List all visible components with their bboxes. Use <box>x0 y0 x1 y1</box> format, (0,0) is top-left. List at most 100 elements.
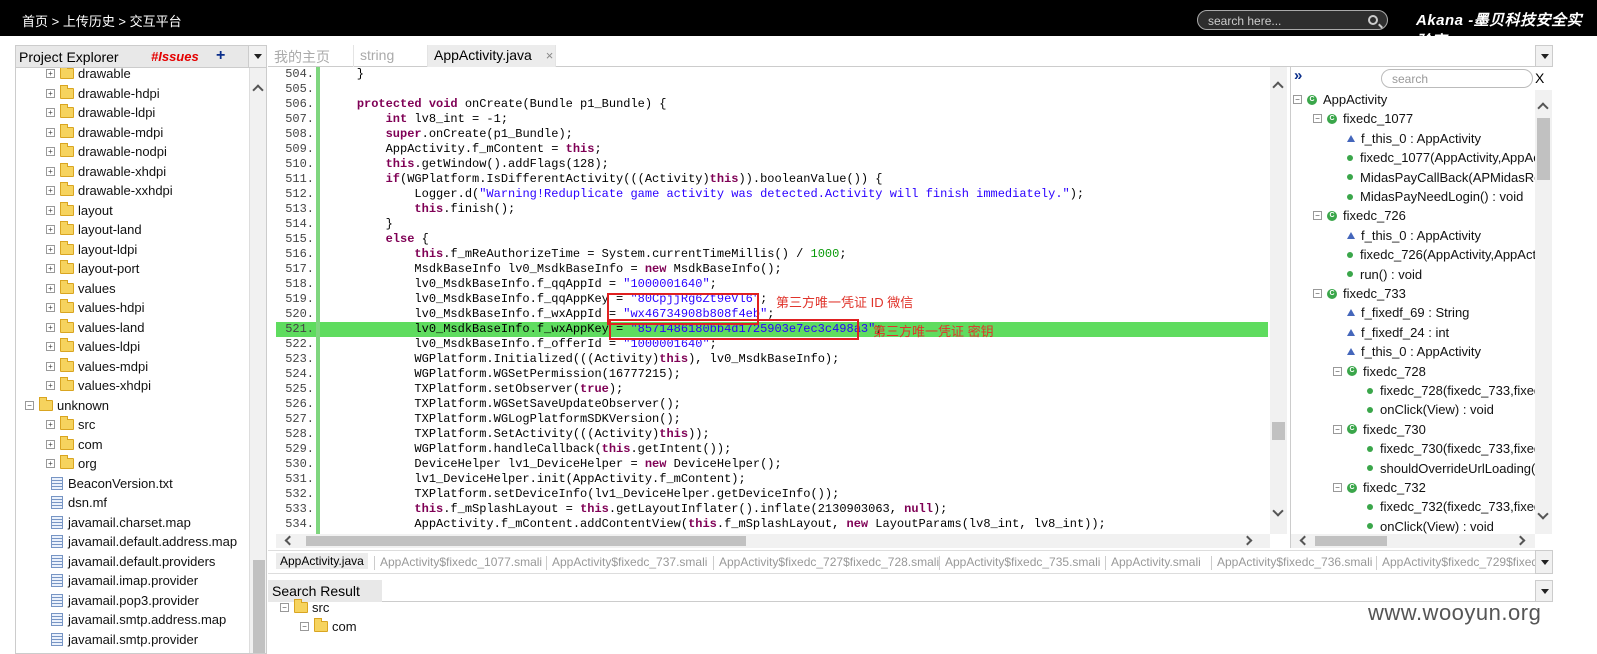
scroll-right-icon[interactable] <box>1515 535 1526 546</box>
expand-toggle-icon[interactable]: − <box>1333 366 1342 376</box>
outline-vertical-scrollbar[interactable] <box>1535 90 1552 534</box>
file-tab[interactable]: AppActivity$fixedc_735.smali <box>945 555 1100 569</box>
file-tab[interactable]: AppActivity.java <box>276 553 368 569</box>
outline-item[interactable]: − Cfixedc_728 <box>1333 362 1426 381</box>
expand-toggle-icon[interactable]: − <box>280 603 289 612</box>
outline-item[interactable]: f_this_0 : AppActivity <box>1333 342 1481 361</box>
breadcrumb[interactable]: 首页 > 上传历史 > 交互平台 <box>22 11 182 30</box>
search-result-menu-button[interactable] <box>1535 580 1553 602</box>
editor-tab[interactable]: AppActivity.java × <box>428 45 556 67</box>
tree-item[interactable]: + values-xhdpi <box>46 376 151 395</box>
tree-item[interactable]: + drawable-hdpi <box>46 84 160 103</box>
tree-item[interactable]: + values-land <box>46 318 145 337</box>
tree-item[interactable]: + drawable-xhdpi <box>46 162 166 181</box>
explorer-scrollbar[interactable] <box>249 68 266 653</box>
tree-item[interactable]: + values <box>46 279 116 298</box>
scroll-thumb[interactable] <box>1537 118 1550 180</box>
expand-toggle-icon[interactable]: + <box>46 88 55 98</box>
expand-toggle-icon[interactable]: + <box>46 205 55 215</box>
expand-toggle-icon[interactable]: + <box>46 225 55 234</box>
tree-item[interactable]: + layout <box>46 201 113 220</box>
outline-item[interactable]: fixedc_732(fixedc_733,fixedc_733) <box>1353 497 1535 516</box>
expand-toggle-icon[interactable]: + <box>46 322 55 332</box>
scroll-up-icon[interactable] <box>1537 102 1549 114</box>
outline-item[interactable]: fixedc_728(fixedc_733,fixedc_733) <box>1353 381 1535 400</box>
scroll-up-icon[interactable] <box>1272 81 1284 93</box>
tree-item[interactable]: + drawable <box>46 68 131 83</box>
tree-item[interactable]: + values-ldpi <box>46 337 140 356</box>
clear-search-icon[interactable]: X <box>1535 70 1544 86</box>
file-tab[interactable]: AppActivity$fixedc_1077.smali <box>380 555 542 569</box>
expand-toggle-icon[interactable]: + <box>46 264 55 273</box>
outline-item[interactable]: fixedc_1077(AppActivity,AppActivity) <box>1333 148 1535 167</box>
outline-item[interactable]: − Cfixedc_726 <box>1313 206 1406 225</box>
scroll-down-icon[interactable] <box>1272 505 1284 517</box>
tree-item[interactable]: + layout-land <box>46 220 142 239</box>
tree-item[interactable]: + drawable-ldpi <box>46 103 155 122</box>
outline-item[interactable]: onClick(View) : void <box>1353 517 1494 534</box>
scroll-thumb[interactable] <box>1315 536 1387 546</box>
outline-item[interactable]: run() : void <box>1333 265 1422 284</box>
outline-item[interactable]: fixedc_730(fixedc_733,fixedc_733) <box>1353 439 1535 458</box>
expand-toggle-icon[interactable]: − <box>1293 95 1302 104</box>
search-icon[interactable] <box>1368 15 1378 25</box>
expand-toggle-icon[interactable]: + <box>46 439 55 449</box>
close-icon[interactable]: × <box>546 48 554 63</box>
tab-project-explorer[interactable]: Project Explorer <box>19 49 119 65</box>
tree-item[interactable]: + layout-port <box>46 259 139 278</box>
outline-item[interactable]: MidasPayCallBack(APMidasResponse) <box>1333 168 1535 187</box>
expand-toggle-icon[interactable]: − <box>1313 114 1322 124</box>
collapse-panel-icon[interactable]: » <box>1294 67 1302 84</box>
tree-item[interactable]: javamail.smtp.provider <box>46 630 198 649</box>
expand-toggle-icon[interactable]: + <box>46 420 55 429</box>
expand-toggle-icon[interactable]: + <box>46 361 55 371</box>
search-result-item[interactable]: − com <box>300 617 357 636</box>
scroll-down-icon[interactable] <box>1537 508 1549 520</box>
outline-item[interactable]: − Cfixedc_1077 <box>1313 109 1413 128</box>
tree-item[interactable]: javamail.default.providers <box>46 552 215 571</box>
expand-toggle-icon[interactable]: + <box>46 127 55 137</box>
file-tab[interactable]: AppActivity$fixedc_727$fixedc_728.smali <box>719 555 939 569</box>
tree-item[interactable]: + org <box>46 454 97 473</box>
expand-toggle-icon[interactable]: + <box>46 283 55 293</box>
scroll-thumb[interactable] <box>1272 422 1285 440</box>
outline-search-input[interactable]: search <box>1381 69 1533 88</box>
expand-toggle-icon[interactable]: + <box>46 186 55 195</box>
file-tab[interactable]: AppActivity$fixedc_737.smali <box>552 555 707 569</box>
outline-item[interactable]: MidasPayNeedLogin() : void <box>1333 187 1523 206</box>
outline-item[interactable]: onClick(View) : void <box>1353 400 1494 419</box>
expand-toggle-icon[interactable]: + <box>46 342 55 351</box>
outline-item[interactable]: fixedc_726(AppActivity,AppActivity) <box>1333 245 1535 264</box>
outline-item[interactable]: − Cfixedc_730 <box>1333 420 1426 439</box>
scroll-thumb[interactable] <box>253 560 265 653</box>
outline-item[interactable]: − Cfixedc_732 <box>1333 478 1426 497</box>
tab-issues[interactable]: #Issues <box>151 49 199 64</box>
explorer-menu-button[interactable] <box>248 46 266 67</box>
scroll-left-icon[interactable] <box>284 535 295 546</box>
tree-item[interactable]: javamail.default.address.map <box>46 532 237 551</box>
outline-item[interactable]: shouldOverrideUrlLoading(WebView,String) <box>1353 459 1535 478</box>
editor-horizontal-scrollbar[interactable] <box>276 534 1270 548</box>
tree-item[interactable]: dsn.mf <box>46 493 107 512</box>
code-editor[interactable]: 504. 505. 506. 507. 508. 509. 510. 511. 512. 513.… <box>276 67 1288 548</box>
outline-item[interactable]: − C AppActivity <box>1293 90 1387 109</box>
expand-toggle-icon[interactable]: + <box>46 108 55 117</box>
tab-list-menu-button[interactable] <box>1535 45 1553 67</box>
tree-item[interactable]: − unknown <box>25 396 109 415</box>
file-tab[interactable]: AppActivity$fixedc_736.smali <box>1217 555 1372 569</box>
tree-item[interactable]: + drawable-nodpi <box>46 142 167 161</box>
scroll-left-icon[interactable] <box>1299 535 1310 546</box>
tree-item[interactable]: + src <box>46 415 95 434</box>
expand-toggle-icon[interactable]: + <box>46 459 55 468</box>
expand-toggle-icon[interactable]: − <box>1313 211 1322 221</box>
editor-vertical-scrollbar[interactable] <box>1270 67 1287 534</box>
expand-toggle-icon[interactable]: + <box>46 147 55 156</box>
expand-toggle-icon[interactable]: + <box>46 244 55 254</box>
expand-toggle-icon[interactable]: + <box>46 381 55 390</box>
tree-item[interactable]: + drawable-mdpi <box>46 123 163 142</box>
tree-item[interactable]: + layout-ldpi <box>46 240 137 259</box>
outline-item[interactable]: f_fixedf_24 : int <box>1333 323 1449 342</box>
expand-toggle-icon[interactable]: + <box>46 166 55 176</box>
tree-item[interactable]: + com <box>46 435 103 454</box>
tree-item[interactable]: + drawable-xxhdpi <box>46 181 173 200</box>
